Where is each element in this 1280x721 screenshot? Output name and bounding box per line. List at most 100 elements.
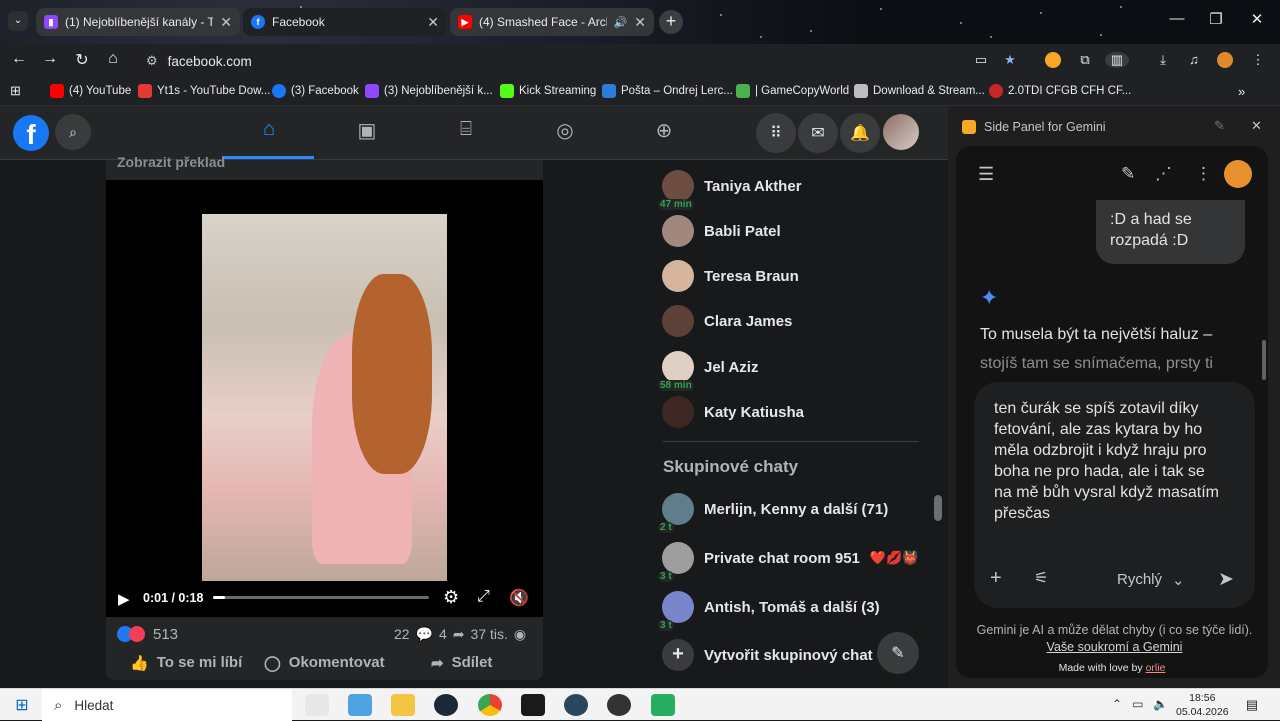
side-panel-icon[interactable]: ▥ (1105, 52, 1129, 68)
bookmark-mail[interactable]: Pošta – Ondrej Lerc... (602, 82, 733, 100)
chrome-icon[interactable] (478, 694, 502, 716)
volume-icon[interactable]: 🔈 (1153, 697, 1168, 711)
mute-icon[interactable]: 🔇 (509, 588, 529, 608)
tab-youtube[interactable]: ▶ (4) Smashed Face - Architects 🔊 ✕ (450, 8, 654, 36)
notifications-bell-icon[interactable]: 🔔 (840, 113, 880, 153)
send-icon[interactable]: ➤ (1218, 568, 1234, 591)
more-bookmarks-icon[interactable]: » (1238, 82, 1245, 100)
start-windows-icon[interactable]: ⊞ (10, 694, 34, 716)
video-player[interactable]: ▶ 0:01 / 0:18 ⚙ ⤢ 🔇 (106, 180, 543, 617)
downloads-icon[interactable]: ⤓ (1155, 52, 1171, 68)
taskbar-search[interactable]: ⌕ Hledat (42, 689, 292, 721)
media-player-icon[interactable] (607, 694, 631, 716)
bookmark-facebook[interactable]: (3) Facebook (272, 82, 359, 100)
speaker-icon[interactable]: 🔊 (614, 16, 628, 29)
bookmark-tdi[interactable]: 2.0TDI CFGB CFH CF... (989, 82, 1131, 100)
reload-icon[interactable]: ↻ (72, 50, 92, 70)
apps-grid-icon[interactable]: ⊞ (10, 82, 21, 100)
video-progress-track[interactable] (213, 596, 429, 599)
site-settings-icon[interactable]: ⚙ (146, 53, 158, 69)
chevron-up-icon[interactable]: ⌃ (1112, 697, 1122, 711)
url-bar[interactable]: ⚙ facebook.com (136, 47, 1026, 75)
control-panel-icon[interactable] (348, 694, 372, 716)
steam-icon[interactable] (434, 694, 458, 716)
close-window-icon[interactable]: ✕ (1245, 10, 1269, 28)
clock[interactable]: 18:56 05.04.2026 (1176, 691, 1229, 719)
network-icon[interactable]: ▭ (1132, 697, 1143, 711)
pin-icon[interactable]: ✎ (1214, 118, 1225, 134)
media-control-icon[interactable]: ♫ (1186, 52, 1202, 68)
bookmark-star-icon[interactable]: ★ (1002, 52, 1018, 68)
tab-search-button[interactable]: ⌄ (8, 11, 28, 31)
forward-icon[interactable]: → (40, 50, 60, 68)
maximize-icon[interactable]: ❐ (1204, 10, 1228, 28)
add-attachment-icon[interactable]: + (990, 567, 1002, 590)
close-tab-icon[interactable]: ✕ (634, 14, 646, 31)
profile-avatar[interactable] (883, 114, 919, 150)
contact-item[interactable]: Teresa Braun (662, 256, 799, 296)
bookmark-kick[interactable]: Kick Streaming (500, 82, 596, 100)
menu-grid-icon[interactable]: ⠿ (756, 113, 796, 153)
group-chat-item[interactable]: 3 t Private chat room 951 ❤️💋👹 (658, 538, 918, 582)
group-chat-item[interactable]: 3 t Antish, Tomáš a další (3) (658, 587, 880, 631)
model-selector[interactable]: Rychlý ⌄ (1117, 571, 1185, 589)
group-chat-item[interactable]: 2 t Merlijn, Kenny a další (71) (658, 489, 888, 533)
bookmark-twitch[interactable]: (3) Nejoblíbenější k... (365, 82, 493, 100)
tools-icon[interactable]: ⚟ (1034, 568, 1048, 588)
share-icon[interactable]: ⋰ (1155, 164, 1172, 184)
close-panel-icon[interactable]: ✕ (1251, 118, 1262, 134)
share-button[interactable]: ➦ Sdílet (431, 654, 492, 672)
fullscreen-icon[interactable]: ⤢ (477, 588, 490, 606)
reactions-count[interactable]: 513 (153, 626, 178, 643)
file-explorer-icon[interactable] (391, 694, 415, 716)
game-launcher-icon[interactable] (521, 694, 545, 716)
back-icon[interactable]: ← (9, 50, 29, 68)
minimize-icon[interactable]: — (1165, 10, 1189, 27)
groups-tab-icon[interactable]: ◎ (550, 118, 580, 144)
contact-item[interactable]: Babli Patel (662, 211, 781, 251)
comment-button[interactable]: ◯ Okomentovat (264, 654, 385, 672)
chat-scrollbar[interactable] (1262, 340, 1266, 380)
contact-item[interactable]: Katy Katiusha (662, 392, 804, 432)
author-link[interactable]: orlie (1146, 662, 1166, 674)
gaming-tab-icon[interactable]: ⊕ (649, 118, 679, 144)
video-tab-icon[interactable]: ▣ (352, 118, 382, 144)
new-chat-icon[interactable]: ✎ (1121, 164, 1135, 184)
hamburger-menu-icon[interactable]: ☰ (978, 164, 994, 185)
prompt-input[interactable]: ten čurák se spíš zotavil díky fetování,… (994, 398, 1224, 524)
new-tab-button[interactable]: + (659, 10, 683, 34)
new-message-icon[interactable]: ✎ (877, 632, 919, 674)
like-button[interactable]: 👍 To se mi líbí (130, 654, 242, 672)
home-icon[interactable]: ⌂ (103, 50, 123, 68)
reaction-icons[interactable] (117, 626, 147, 642)
steam-2-icon[interactable] (564, 694, 588, 716)
extension-bee-icon[interactable] (1045, 52, 1061, 68)
extensions-puzzle-icon[interactable]: ⧉ (1077, 52, 1093, 68)
scrollbar[interactable] (934, 495, 942, 521)
contact-item[interactable]: Clara James (662, 301, 792, 341)
home-tab-icon[interactable]: ⌂ (254, 118, 284, 144)
profile-avatar-icon[interactable] (1217, 52, 1233, 68)
translate-link[interactable]: Zobrazit překlad (117, 154, 225, 170)
close-tab-icon[interactable]: ✕ (220, 14, 232, 31)
comments-count[interactable]: 22 (394, 626, 410, 643)
create-group-chat[interactable]: + Vytvořit skupinový chat (662, 635, 873, 675)
settings-gear-icon[interactable]: ⚙ (443, 587, 459, 608)
messenger-icon[interactable]: ✉ (798, 113, 838, 153)
menu-kebab-icon[interactable]: ⋮ (1250, 52, 1266, 68)
contact-item[interactable]: 58 min Jel Aziz (658, 347, 758, 391)
bookmark-yt1s[interactable]: Yt1s - YouTube Dow... (138, 82, 270, 100)
marketplace-tab-icon[interactable]: ⌸ (451, 118, 481, 144)
contact-item[interactable]: 47 min Taniya Akther (658, 166, 802, 210)
tab-facebook[interactable]: f Facebook ✕ (243, 8, 447, 36)
more-options-icon[interactable]: ⋮ (1195, 164, 1212, 184)
shares-count[interactable]: 4 (439, 626, 447, 643)
play-icon[interactable]: ▶ (118, 590, 130, 608)
notifications-icon[interactable]: ▤ (1240, 694, 1264, 716)
active-app-icon[interactable] (651, 694, 675, 716)
privacy-link[interactable]: Vaše soukromí a Gemini (1047, 640, 1183, 654)
bookmark-gamecopyworld[interactable]: | GameCopyWorld (736, 82, 849, 100)
blank-app-icon[interactable] (305, 694, 329, 716)
install-app-icon[interactable]: ▭ (973, 52, 989, 68)
bookmark-download-stream[interactable]: Download & Stream... (854, 82, 985, 100)
